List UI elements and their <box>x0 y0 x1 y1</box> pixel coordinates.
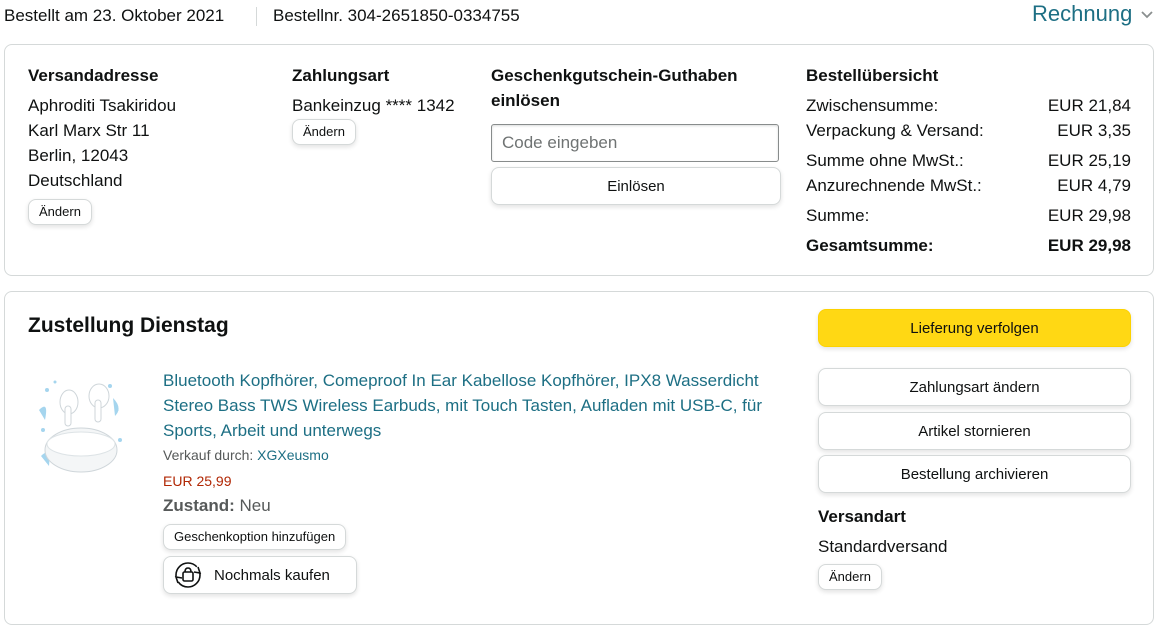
invoice-dropdown[interactable]: Rechnung <box>1032 1 1154 27</box>
track-delivery-button[interactable]: Lieferung verfolgen <box>818 309 1131 347</box>
payment-method: Bankeinzug **** 1342 <box>292 96 455 115</box>
summary-label: Summe: <box>806 206 870 225</box>
buy-again-label: Nochmals kaufen <box>214 566 330 584</box>
product-price: EUR 25,99 <box>163 473 232 489</box>
delivery-card: Zustellung Dienstag Bluetooth Kopfhörer,… <box>4 291 1154 625</box>
gift-card-title-line2: einlösen <box>491 91 560 110</box>
gift-card-title-line1: Geschenkgutschein-Guthaben <box>491 66 738 85</box>
condition-label: Zustand: <box>163 496 235 515</box>
summary-value: EUR 21,84 <box>1047 96 1131 115</box>
order-header: Bestellt am 23. Oktober 2021 Bestellnr. … <box>0 0 1171 36</box>
address-line-city: Berlin, 12043 <box>28 146 129 165</box>
add-gift-option-button[interactable]: Geschenkoption hinzufügen <box>163 524 347 550</box>
delivery-title: Zustellung Dienstag <box>28 314 229 337</box>
order-date: Bestellt am 23. Oktober 2021 <box>4 6 225 25</box>
summary-value: EUR 25,19 <box>1047 151 1131 170</box>
shipping-address-title: Versandadresse <box>28 66 159 85</box>
change-payment-button[interactable]: Ändern <box>292 119 356 145</box>
summary-value: EUR 3,35 <box>1057 121 1131 140</box>
redeem-button[interactable]: Einlösen <box>491 167 781 205</box>
order-number: Bestellnr. 304-2651850-0334755 <box>273 6 520 25</box>
chevron-down-icon <box>1141 11 1153 19</box>
cancel-item-button[interactable]: Artikel stornieren <box>818 412 1131 450</box>
summary-row-total: Gesamtsumme: EUR 29,98 <box>806 236 1131 256</box>
product-title-link[interactable]: Bluetooth Kopfhörer, Comeproof In Ear Ka… <box>163 368 773 443</box>
header-divider <box>256 7 257 26</box>
summary-row-shipping: Verpackung & Versand: EUR 3,35 <box>806 121 1131 141</box>
summary-row-vat: Anzurechnende MwSt.: EUR 4,79 <box>806 176 1131 196</box>
invoice-label: Rechnung <box>1032 1 1133 26</box>
summary-label: Anzurechnende MwSt.: <box>806 176 982 195</box>
summary-label: Verpackung & Versand: <box>806 121 984 140</box>
summary-value: EUR 4,79 <box>1057 176 1131 195</box>
change-address-button[interactable]: Ändern <box>28 199 92 225</box>
summary-value: EUR 29,98 <box>1047 206 1131 225</box>
buy-again-button[interactable]: Nochmals kaufen <box>163 556 357 594</box>
seller-info: Verkauf durch: XGXeusmo <box>163 447 329 463</box>
address-line-name: Aphroditi Tsakiridou <box>28 96 177 115</box>
summary-row-sum: Summe: EUR 29,98 <box>806 206 1131 226</box>
condition-value: Neu <box>239 496 271 515</box>
seller-prefix: Verkauf durch: <box>163 447 254 463</box>
archive-order-button[interactable]: Bestellung archivieren <box>818 455 1131 493</box>
summary-title: Bestellübersicht <box>806 66 939 85</box>
change-payment-method-button[interactable]: Zahlungsart ändern <box>818 368 1131 406</box>
change-shipping-method-button[interactable]: Ändern <box>818 564 882 590</box>
address-line-country: Deutschland <box>28 171 123 190</box>
summary-label: Summe ohne MwSt.: <box>806 151 964 170</box>
summary-row-subtotal: Zwischensumme: EUR 21,84 <box>806 96 1131 116</box>
summary-label: Gesamtsumme: <box>806 236 934 255</box>
shipping-method-title: Versandart <box>818 507 906 526</box>
address-line-street: Karl Marx Str 11 <box>28 121 150 140</box>
order-details-card: Versandadresse Aphroditi Tsakiridou Karl… <box>4 44 1154 276</box>
payment-title: Zahlungsart <box>292 66 390 85</box>
buy-again-icon <box>174 562 202 588</box>
seller-link[interactable]: XGXeusmo <box>257 447 329 463</box>
product-image[interactable] <box>35 370 127 482</box>
shipping-method-value: Standardversand <box>818 537 948 556</box>
summary-row-net: Summe ohne MwSt.: EUR 25,19 <box>806 151 1131 171</box>
summary-label: Zwischensumme: <box>806 96 939 115</box>
product-condition: Zustand: Neu <box>163 496 271 516</box>
gift-code-input[interactable] <box>491 124 779 162</box>
summary-value: EUR 29,98 <box>1047 236 1131 255</box>
